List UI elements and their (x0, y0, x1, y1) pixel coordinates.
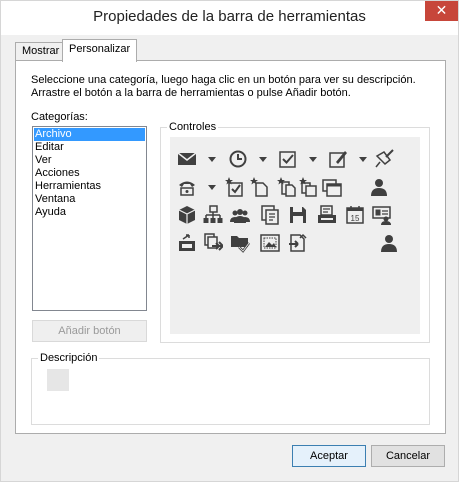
controls-label: Controles (167, 121, 219, 133)
mail-icon[interactable] (177, 149, 197, 169)
contact-icon[interactable] (369, 177, 389, 197)
clock-icon[interactable] (228, 149, 248, 169)
new-copy-icon[interactable] (277, 177, 297, 197)
network-icon[interactable] (203, 205, 223, 225)
import-icon[interactable] (288, 233, 308, 253)
category-herramientas[interactable]: Herramientas (34, 180, 145, 193)
checkbox-task-icon[interactable] (278, 149, 298, 169)
cube-icon[interactable] (177, 205, 197, 225)
calendar-day-label: 15 (351, 214, 360, 223)
calendar-icon[interactable]: 15 (345, 205, 365, 225)
save-icon[interactable] (288, 205, 308, 225)
phone-dropdown-icon[interactable] (208, 185, 216, 191)
category-editar[interactable]: Editar (34, 141, 145, 154)
new-folder-icon[interactable] (299, 177, 319, 197)
description-label: Descripción (38, 352, 100, 364)
accept-button[interactable]: Aceptar (292, 445, 366, 467)
group-icon[interactable] (230, 205, 250, 225)
tab-mostrar[interactable]: Mostrar (15, 42, 67, 61)
description-group: Descripción (31, 352, 430, 425)
category-archivo[interactable]: Archivo (34, 128, 145, 141)
window-stack-icon[interactable] (322, 177, 342, 197)
print-icon[interactable] (317, 205, 337, 225)
inbox-export-icon[interactable] (177, 233, 197, 253)
cancel-button[interactable]: Cancelar (371, 445, 445, 467)
customize-panel: Seleccione una categoría, luego haga cli… (15, 60, 446, 434)
pin-icon[interactable] (374, 149, 394, 169)
toolbar-properties-dialog: Propiedades de la barra de herramientas … (0, 0, 459, 482)
phone-icon[interactable] (177, 177, 197, 197)
add-button[interactable]: Añadir botón (32, 320, 147, 342)
instruction-line-2: Arrastre el botón a la barra de herramie… (31, 87, 351, 99)
new-task-icon[interactable] (225, 177, 245, 197)
close-button[interactable]: ✕ (425, 1, 458, 21)
mail-dropdown-icon[interactable] (208, 157, 216, 163)
task-dropdown-icon[interactable] (309, 157, 317, 163)
title-bar: Propiedades de la barra de herramientas … (1, 1, 458, 35)
category-acciones[interactable]: Acciones (34, 167, 145, 180)
vcard-icon[interactable] (372, 205, 392, 225)
categories-list[interactable]: Archivo Editar Ver Acciones Herramientas… (32, 126, 147, 311)
controls-area: 15 (170, 137, 420, 334)
folder-check-icon[interactable] (230, 233, 250, 253)
instructions: Seleccione una categoría, luego haga cli… (31, 74, 431, 100)
forward-pages-icon[interactable] (203, 233, 223, 253)
category-ventana[interactable]: Ventana (34, 193, 145, 206)
frame-image-icon[interactable] (260, 233, 280, 253)
categories-label: Categorías: (31, 111, 88, 123)
category-ayuda[interactable]: Ayuda (34, 206, 145, 219)
clock-dropdown-icon[interactable] (259, 157, 267, 163)
edit-check-icon[interactable] (328, 149, 348, 169)
category-ver[interactable]: Ver (34, 154, 145, 167)
new-page-icon[interactable] (250, 177, 270, 197)
notes-icon[interactable] (260, 205, 280, 225)
edit-dropdown-icon[interactable] (359, 157, 367, 163)
tab-personalizar[interactable]: Personalizar (62, 39, 138, 62)
instruction-line-1: Seleccione una categoría, luego haga cli… (31, 74, 416, 86)
description-icon-placeholder (47, 369, 69, 391)
dialog-title: Propiedades de la barra de herramientas (93, 8, 366, 25)
controls-group: Controles 15 (160, 121, 430, 343)
user-icon[interactable] (379, 233, 399, 253)
